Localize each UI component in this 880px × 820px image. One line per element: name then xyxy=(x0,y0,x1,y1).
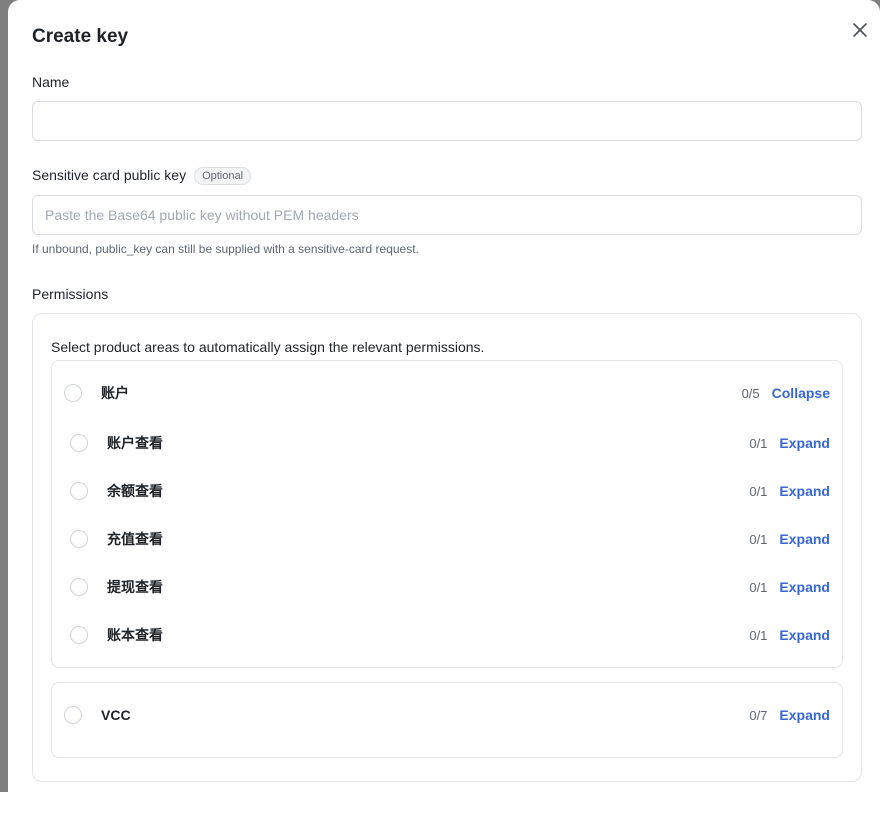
close-icon xyxy=(853,23,867,37)
item-label: 余额查看 xyxy=(107,483,163,499)
permissions-description: Select product areas to automatically as… xyxy=(51,339,485,355)
group-header-row: VCC 0/7 Expand xyxy=(52,695,842,735)
permission-item-row: 账本查看 0/1 Expand xyxy=(52,615,842,655)
item-count: 0/1 xyxy=(749,531,768,547)
item-count: 0/1 xyxy=(749,579,768,595)
public-key-input[interactable] xyxy=(32,195,862,235)
expand-button[interactable]: Expand xyxy=(779,579,830,595)
permission-group-account: 账户 0/5 Collapse 账户查看 0/1 Expand 余额查看 0/1… xyxy=(51,360,843,668)
item-checkbox[interactable] xyxy=(70,434,88,452)
name-input[interactable] xyxy=(32,101,862,141)
item-label: 账本查看 xyxy=(107,627,163,643)
collapse-button[interactable]: Collapse xyxy=(772,385,830,401)
item-checkbox[interactable] xyxy=(70,530,88,548)
expand-button[interactable]: Expand xyxy=(779,435,830,451)
create-key-modal: Create key Name Sensitive card public ke… xyxy=(8,0,880,800)
expand-button[interactable]: Expand xyxy=(779,483,830,499)
permissions-panel: Select product areas to automatically as… xyxy=(32,313,862,782)
item-count: 0/1 xyxy=(749,435,768,451)
permission-item-row: 提现查看 0/1 Expand xyxy=(52,567,842,607)
permission-group-vcc: VCC 0/7 Expand xyxy=(51,682,843,758)
public-key-label-row: Sensitive card public key Optional xyxy=(32,167,252,185)
item-label: 充值查看 xyxy=(107,531,163,547)
public-key-helper-text: If unbound, public_key can still be supp… xyxy=(32,242,419,256)
item-checkbox[interactable] xyxy=(70,578,88,596)
permission-item-row: 余额查看 0/1 Expand xyxy=(52,471,842,511)
group-checkbox[interactable] xyxy=(64,384,82,402)
group-header-row: 账户 0/5 Collapse xyxy=(52,373,842,413)
permission-item-row: 充值查看 0/1 Expand xyxy=(52,519,842,559)
item-count: 0/1 xyxy=(749,627,768,643)
group-label: 账户 xyxy=(101,385,129,401)
group-count: 0/5 xyxy=(741,385,760,401)
permissions-label: Permissions xyxy=(32,286,109,302)
expand-button[interactable]: Expand xyxy=(779,531,830,547)
expand-button[interactable]: Expand xyxy=(779,627,830,643)
name-label: Name xyxy=(32,74,70,90)
item-checkbox[interactable] xyxy=(70,482,88,500)
item-label: 账户查看 xyxy=(107,435,163,451)
item-label: 提现查看 xyxy=(107,579,163,595)
permission-item-row: 账户查看 0/1 Expand xyxy=(52,423,842,463)
group-label: VCC xyxy=(101,707,131,723)
group-checkbox[interactable] xyxy=(64,706,82,724)
modal-title: Create key xyxy=(32,26,129,47)
item-count: 0/1 xyxy=(749,483,768,499)
item-checkbox[interactable] xyxy=(70,626,88,644)
group-count: 0/7 xyxy=(749,707,768,723)
public-key-label: Sensitive card public key xyxy=(32,167,187,183)
expand-button[interactable]: Expand xyxy=(779,707,830,723)
optional-badge: Optional xyxy=(194,167,252,185)
close-button[interactable] xyxy=(848,18,872,42)
